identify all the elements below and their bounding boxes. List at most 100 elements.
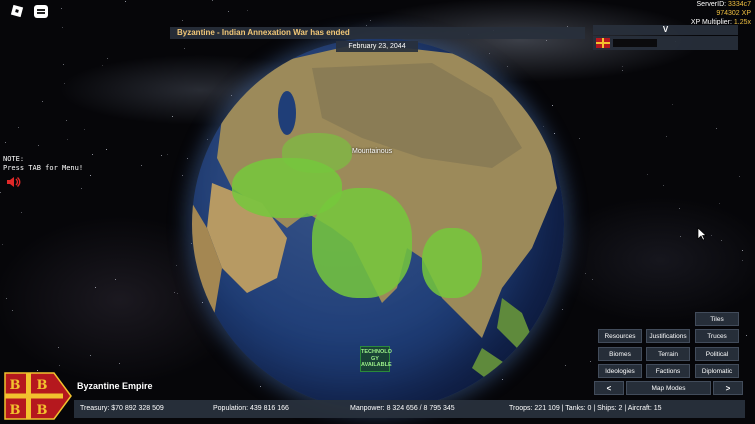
svg-text:B: B (10, 403, 21, 418)
star (592, 279, 593, 280)
star (12, 310, 13, 311)
terrain-label: Mountainous (352, 148, 393, 155)
tech-line-1: TECHNOLO (361, 349, 392, 355)
star (585, 273, 586, 274)
star (66, 120, 67, 121)
star (187, 158, 188, 159)
roblox-menu-icon[interactable] (10, 4, 24, 18)
star (102, 65, 103, 66)
star (90, 355, 91, 356)
biomes-button[interactable]: Biomes (598, 347, 642, 361)
star (107, 58, 108, 59)
star (184, 48, 185, 49)
tech-line-3: AVAILABLE (361, 362, 392, 368)
server-info: ServerID: 3334c7 974302 XP XP Multiplier… (691, 0, 751, 27)
tiles-button[interactable]: Tiles (695, 312, 739, 326)
star (672, 104, 673, 105)
star (622, 66, 623, 67)
star (62, 27, 63, 28)
country-name-field (613, 39, 657, 47)
star (84, 129, 85, 130)
star (228, 11, 229, 12)
star (176, 265, 177, 266)
star (125, 1, 126, 2)
speaker-icon[interactable] (6, 176, 22, 188)
star (90, 175, 91, 176)
ideologies-button[interactable]: Ideologies (598, 364, 642, 378)
star (680, 236, 681, 237)
star (716, 128, 717, 129)
star (167, 154, 168, 155)
star (5, 142, 6, 143)
mouse-cursor-icon (697, 227, 707, 241)
notification-text: Byzantine - Indian Annexation War has en… (177, 28, 350, 37)
stats-bar: Treasury: $70 892 328 509 Population: 43… (74, 400, 745, 418)
star (2, 244, 3, 245)
star (711, 235, 712, 236)
star (92, 154, 93, 155)
star (119, 363, 120, 364)
star (59, 365, 60, 366)
star (579, 138, 580, 139)
truces-button[interactable]: Truces (695, 329, 739, 343)
indochina-region (422, 228, 482, 298)
star (63, 64, 64, 65)
note-line-2: Press TAB for Menu! (3, 164, 84, 172)
star (247, 10, 248, 11)
factions-button[interactable]: Factions (646, 364, 690, 378)
star (739, 176, 740, 177)
star (42, 101, 43, 102)
central-asia-region (282, 133, 352, 173)
star (679, 208, 680, 209)
chat-icon[interactable] (34, 5, 48, 18)
country-flag-icon (596, 38, 610, 48)
star (647, 174, 648, 175)
star (37, 370, 38, 371)
terrain-button[interactable]: Terrain (646, 347, 690, 361)
manpower-stat: Manpower: 8 324 656 / 8 795 345 (350, 405, 455, 412)
star (141, 165, 142, 166)
menu-note: NOTE: Press TAB for Menu! (3, 155, 83, 173)
star (590, 361, 591, 362)
svg-text:B: B (37, 378, 48, 393)
star (64, 83, 65, 84)
svg-text:B: B (10, 378, 21, 393)
star (115, 279, 116, 280)
population-stat: Population: 439 816 166 (213, 405, 289, 412)
server-id-value: 3334c7 (728, 1, 751, 8)
map-modes-label: Map Modes (626, 381, 711, 395)
star (746, 335, 747, 336)
star (58, 347, 59, 348)
next-map-mode-button[interactable]: > (713, 381, 743, 395)
star (67, 139, 68, 140)
star (182, 175, 183, 176)
star (106, 149, 107, 150)
star (721, 240, 722, 241)
treasury-stat: Treasury: $70 892 328 509 (80, 405, 164, 412)
notification-banner: Byzantine - Indian Annexation War has en… (170, 27, 585, 39)
star (366, 25, 367, 26)
star (742, 250, 743, 251)
empire-flag[interactable]: B B B B (4, 372, 72, 420)
previous-map-mode-button[interactable]: < (594, 381, 624, 395)
star (81, 188, 82, 189)
note-line-1: NOTE: (3, 155, 25, 163)
country-panel (593, 36, 738, 50)
star (666, 136, 667, 137)
star (565, 365, 566, 366)
xp-value: 974302 XP (716, 10, 751, 17)
justifications-button[interactable]: Justifications (646, 329, 690, 343)
game-date: February 23, 2044 (336, 41, 418, 52)
country-panel-toggle[interactable]: V (593, 25, 738, 35)
star (161, 155, 162, 156)
empire-name: Byzantine Empire (77, 381, 153, 391)
diplomatic-button[interactable]: Diplomatic (695, 364, 739, 378)
star (719, 203, 720, 204)
star (663, 185, 664, 186)
political-button[interactable]: Political (695, 347, 739, 361)
star (742, 260, 743, 261)
resources-button[interactable]: Resources (598, 329, 642, 343)
technology-available-notice[interactable]: TECHNOLO GY AVAILABLE (360, 346, 392, 372)
star (370, 20, 371, 21)
star (61, 8, 62, 9)
